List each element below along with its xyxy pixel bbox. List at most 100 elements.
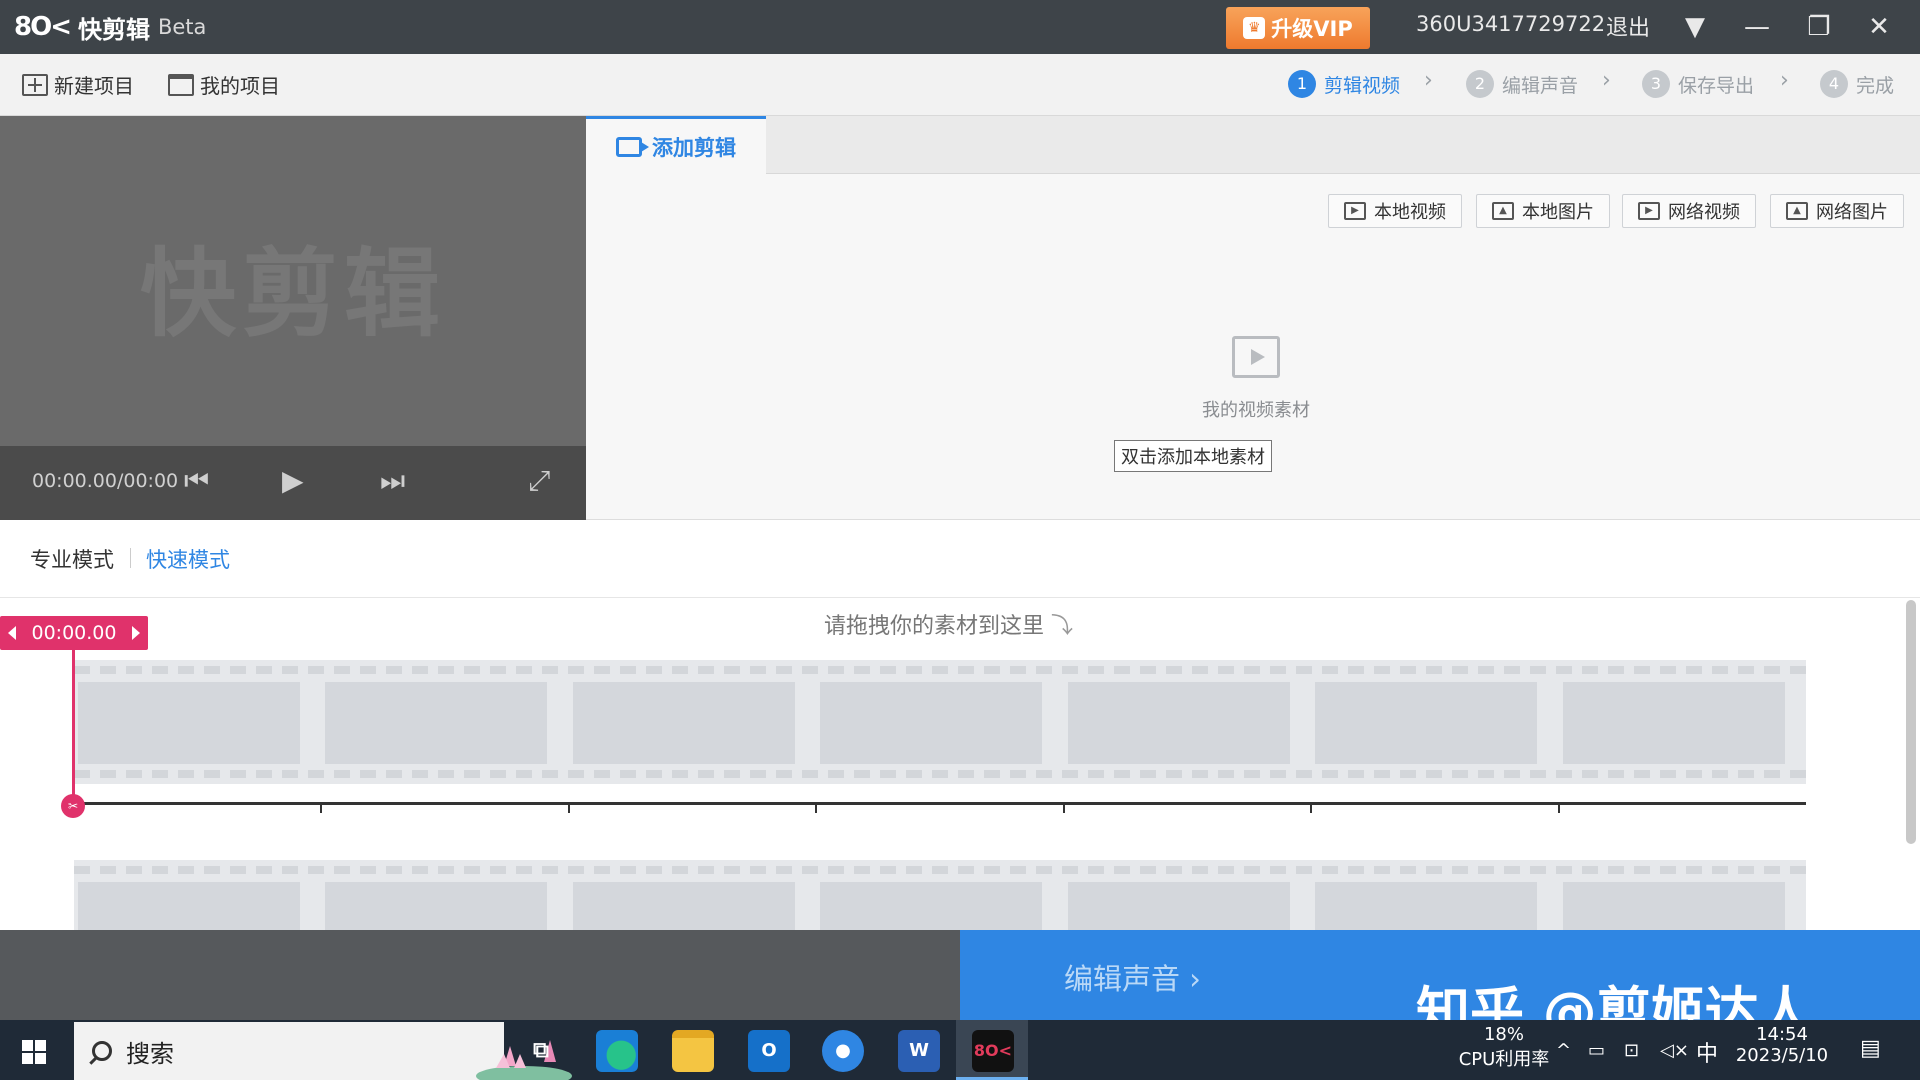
chat-app-icon[interactable]: ● — [822, 1030, 864, 1072]
chevron-up-icon[interactable]: ^ — [1556, 1040, 1571, 1061]
chevron-right-icon: › — [1602, 68, 1611, 93]
word-icon[interactable]: W — [898, 1030, 940, 1072]
logout-link[interactable]: 退出 — [1606, 10, 1650, 42]
taskbar-search[interactable]: 搜索 — [74, 1022, 572, 1080]
step-label: 剪辑视频 — [1324, 74, 1401, 97]
ruler-tick — [320, 805, 322, 813]
edge-browser-icon[interactable] — [596, 1030, 638, 1072]
ruler-tick — [1310, 805, 1312, 813]
timeline-ruler — [74, 802, 1806, 805]
player-controls: 00:00.00/00:00 ⏮ ▶ ⏭ ⤢ — [0, 446, 586, 520]
fullscreen-icon[interactable]: ⤢ — [528, 464, 550, 498]
cpu-label: CPU利用率 — [1458, 1049, 1550, 1070]
ruler-tick — [568, 805, 570, 813]
audio-track[interactable] — [74, 860, 1806, 930]
video-camera-icon — [616, 137, 649, 157]
restore-icon[interactable]: ❐ — [1800, 8, 1838, 46]
play-icon[interactable]: ▶ — [282, 464, 304, 497]
chevron-right-icon: › — [1780, 68, 1789, 93]
local-video-button[interactable]: ▶ 本地视频 — [1328, 194, 1462, 228]
track-frame — [573, 882, 795, 930]
tab-add-clip[interactable]: 添加剪辑 — [586, 116, 766, 175]
upgrade-vip-button[interactable]: ♛ 升级VIP — [1226, 7, 1370, 49]
timeline[interactable]: 请拖拽你的素材到这里 ⤵ 00:00.00 ✂ — [0, 598, 1920, 930]
battery-icon[interactable]: ▭ — [1588, 1040, 1605, 1061]
step-edit-video[interactable]: 1 剪辑视频 — [1288, 70, 1400, 98]
bottom-bar — [0, 930, 960, 1020]
dropdown-menu-icon[interactable]: ▼ — [1676, 8, 1714, 46]
clock-date: 2023/5/10 — [1735, 1045, 1829, 1066]
mode-bar: 专业模式 快速模式 — [0, 520, 1920, 598]
source-label: 本地视频 — [1374, 202, 1446, 223]
next-step-button[interactable]: 编辑声音 › 知乎 @剪姬达人 — [960, 930, 1920, 1044]
next-step-label: 编辑声音 › — [1064, 962, 1201, 996]
pro-mode-tab[interactable]: 专业模式 — [30, 544, 114, 574]
new-project-label: 新建项目 — [54, 74, 134, 98]
minimize-icon[interactable]: — — [1738, 8, 1776, 46]
drop-hint-text: 请拖拽你的素材到这里 — [824, 614, 1045, 639]
track-frame — [1563, 882, 1785, 930]
ruler-tick — [1063, 805, 1065, 813]
folder-icon — [168, 73, 194, 96]
film-sprocket — [74, 770, 1806, 778]
scissors-icon[interactable]: ✂ — [61, 794, 85, 818]
skip-next-icon[interactable]: ⏭ — [380, 464, 405, 498]
video-track[interactable] — [74, 660, 1806, 784]
step-number: 4 — [1820, 70, 1848, 98]
ruler-tick — [1558, 805, 1560, 813]
my-projects-button[interactable]: 我的项目 — [168, 70, 280, 99]
notification-icon[interactable]: ▤ — [1860, 1036, 1881, 1061]
track-frame — [573, 682, 795, 764]
local-image-button[interactable]: ▲ 本地图片 — [1476, 194, 1610, 228]
user-id: 360U3417729722 — [1416, 12, 1606, 36]
track-frame — [1563, 682, 1785, 764]
timeline-scrollbar[interactable] — [1906, 600, 1916, 844]
step-number: 1 — [1288, 70, 1316, 98]
track-frame — [820, 882, 1042, 930]
curved-arrow-icon: ⤵ — [1051, 614, 1074, 639]
volume-mute-icon[interactable]: ◁× — [1660, 1040, 1689, 1061]
file-explorer-icon[interactable] — [672, 1030, 714, 1072]
app-name: 快剪辑 — [77, 15, 150, 44]
online-video-icon: ▶ — [1638, 202, 1660, 220]
track-frame — [325, 682, 547, 764]
clock[interactable]: 14:54 2023/5/10 — [1732, 1024, 1832, 1066]
quick-mode-tab[interactable]: 快速模式 — [146, 544, 230, 574]
playhead-line[interactable] — [72, 650, 75, 802]
cpu-usage[interactable]: 18% CPU利用率 — [1458, 1024, 1550, 1071]
online-video-button[interactable]: ▶ 网络视频 — [1622, 194, 1756, 228]
playhead-right-icon[interactable] — [132, 626, 140, 640]
ime-indicator[interactable]: 中 — [1696, 1036, 1718, 1068]
source-label: 本地图片 — [1522, 202, 1594, 223]
logo-mark: 8O< — [14, 12, 72, 42]
network-icon[interactable]: ⊡ — [1624, 1040, 1639, 1061]
track-frame — [78, 882, 300, 930]
skip-previous-icon[interactable]: ⏮ — [184, 464, 209, 498]
step-finish[interactable]: 4 完成 — [1820, 70, 1894, 98]
kuaijianji-app-icon[interactable]: 8O< — [972, 1030, 1014, 1072]
close-icon[interactable]: ✕ — [1860, 8, 1898, 46]
source-label: 网络视频 — [1668, 202, 1740, 223]
new-project-button[interactable]: 新建项目 — [22, 70, 134, 99]
track-frame — [1315, 682, 1537, 764]
title-bar: 8O< 快剪辑 Beta ♛ 升级VIP 360U3417729722 退出 ▼… — [0, 0, 1920, 54]
step-number: 2 — [1466, 70, 1494, 98]
mode-divider — [130, 548, 131, 568]
track-frame — [78, 682, 300, 764]
playhead-time-label[interactable]: 00:00.00 — [0, 616, 148, 650]
add-local-tooltip: 双击添加本地素材 — [1114, 440, 1272, 472]
task-view-icon[interactable]: ⧉ — [520, 1030, 562, 1072]
windows-start-icon[interactable] — [22, 1040, 46, 1064]
step-save-export[interactable]: 3 保存导出 — [1642, 70, 1754, 98]
material-panel: 添加剪辑 ▶ 本地视频 ▲ 本地图片 ▶ 网络视频 ▲ 网络图片 我的视频素材 … — [586, 116, 1920, 520]
step-label: 完成 — [1856, 74, 1895, 97]
playhead-left-icon[interactable] — [8, 626, 16, 640]
track-frame — [820, 682, 1042, 764]
online-image-button[interactable]: ▲ 网络图片 — [1770, 194, 1904, 228]
outlook-icon[interactable]: O — [748, 1030, 790, 1072]
step-label: 保存导出 — [1678, 74, 1755, 97]
track-frame — [1315, 882, 1537, 930]
drop-hint: 请拖拽你的素材到这里 ⤵ — [824, 608, 1073, 640]
ruler-tick — [815, 805, 817, 813]
step-edit-audio[interactable]: 2 编辑声音 — [1466, 70, 1578, 98]
